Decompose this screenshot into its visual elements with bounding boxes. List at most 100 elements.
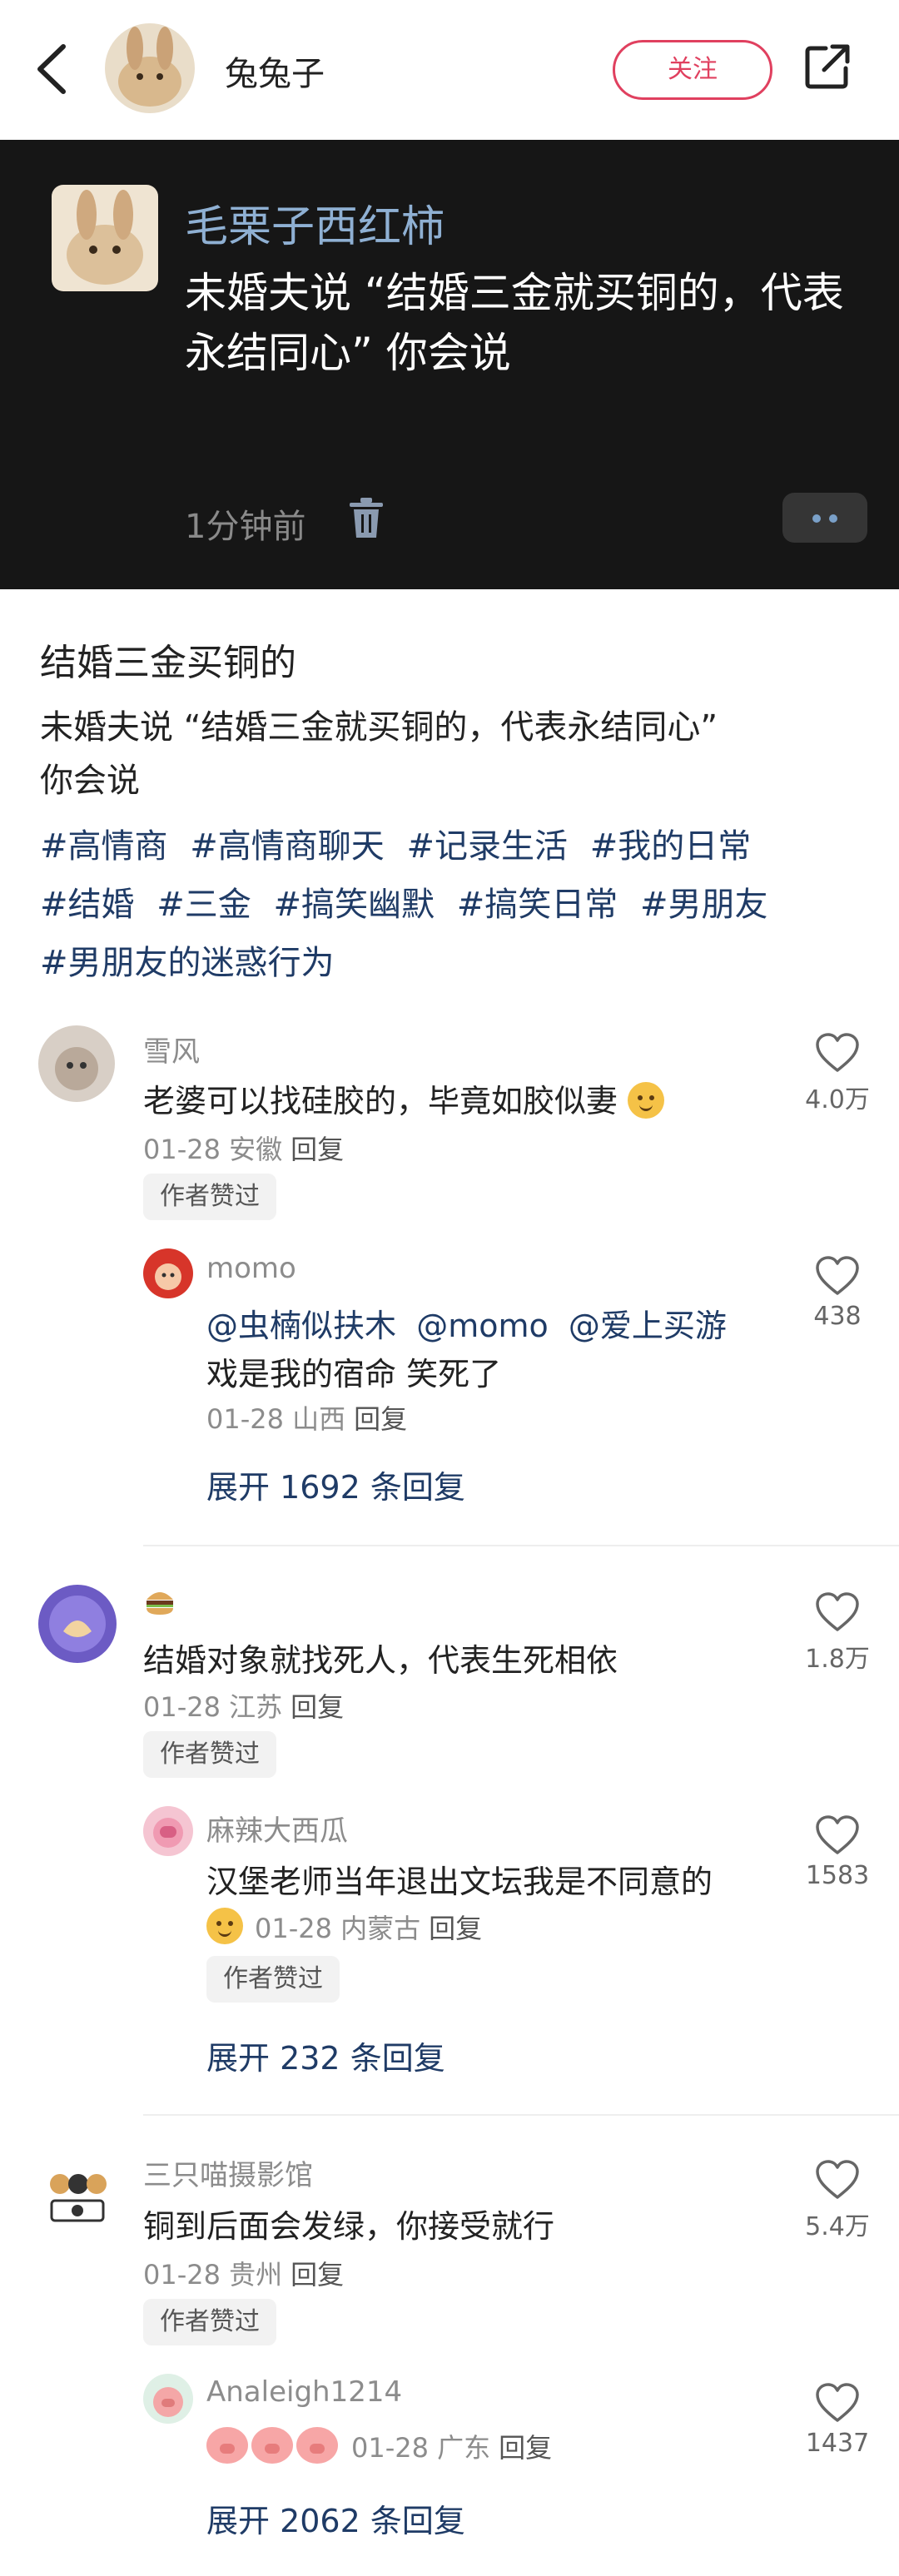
quoted-post-card: 毛栗子西红柿 未婚夫说 “结婚三金就买铜的，代表永结同心” 你会说 1分钟前 bbox=[0, 140, 899, 589]
reply-button[interactable]: 回复 bbox=[429, 1913, 482, 1944]
author-name[interactable]: 兔兔子 bbox=[225, 47, 325, 95]
post-description: 未婚夫说 “结婚三金就买铜的，代表永结同心” 你会说 bbox=[40, 701, 872, 807]
like-count: 1583 bbox=[805, 1861, 870, 1890]
commenter-avatar[interactable] bbox=[38, 1025, 115, 1102]
comment-meta: 01-28 江苏 回复 bbox=[143, 1686, 344, 1725]
like-button[interactable]: 4.0万 bbox=[796, 1032, 879, 1115]
like-count: 1437 bbox=[805, 2429, 870, 2458]
commenter-name[interactable] bbox=[143, 1585, 176, 1626]
hashtag[interactable]: #记录生活 bbox=[406, 827, 568, 866]
heart-icon bbox=[816, 1256, 859, 1295]
heart-icon bbox=[816, 2160, 859, 2199]
back-arrow-icon[interactable] bbox=[33, 42, 70, 97]
reply-meta: 01-28 山西 回复 bbox=[206, 1398, 407, 1437]
comment-date-location: 01-28 贵州 bbox=[143, 2259, 283, 2291]
author-avatar[interactable] bbox=[105, 23, 195, 113]
expand-replies-link[interactable]: 展开 232 条回复 bbox=[206, 2033, 445, 2078]
mention-link[interactable]: @momo bbox=[416, 1308, 549, 1344]
commenter-name[interactable]: 三只喵摄影馆 bbox=[143, 2152, 313, 2193]
quoted-text: 未婚夫说 “结婚三金就买铜的，代表永结同心” 你会说 bbox=[185, 269, 844, 377]
reply-avatar[interactable] bbox=[143, 2374, 193, 2424]
quoted-author-avatar bbox=[52, 185, 158, 291]
commenter-name[interactable]: 雪风 bbox=[143, 1029, 200, 1070]
pig-emoji-icon bbox=[296, 2427, 338, 2464]
reply-date-location: 01-28 山西 bbox=[206, 1403, 346, 1435]
commenter-avatar[interactable] bbox=[38, 2159, 117, 2237]
quoted-time: 1分钟前 bbox=[185, 508, 306, 546]
author-liked-badge: 作者赞过 bbox=[206, 1956, 340, 2003]
trash-icon[interactable] bbox=[348, 498, 385, 539]
heart-icon bbox=[816, 1592, 859, 1631]
reply-meta: 01-28 内蒙古 回复 bbox=[206, 1908, 482, 1946]
burger-icon bbox=[147, 1592, 173, 1615]
like-button[interactable]: 1437 bbox=[796, 2382, 879, 2458]
expand-replies-link[interactable]: 展开 1692 条回复 bbox=[206, 1462, 465, 1507]
reply-button[interactable]: 回复 bbox=[354, 1403, 407, 1435]
reply-author-name[interactable]: Analeigh1214 bbox=[206, 2375, 402, 2409]
hashtag[interactable]: #男朋友 bbox=[640, 886, 768, 924]
post-desc-line: 你会说 bbox=[40, 762, 140, 800]
reply-date-location: 01-28 广东 bbox=[351, 2432, 491, 2464]
top-bar: 兔兔子 关注 bbox=[0, 0, 899, 140]
comment-meta: 01-28 贵州 回复 bbox=[143, 2254, 344, 2292]
mention-link[interactable]: @虫楠似扶木 bbox=[206, 1308, 396, 1344]
hashtag[interactable]: #高情商聊天 bbox=[190, 827, 385, 866]
laugh-emoji-icon bbox=[206, 1908, 243, 1944]
share-icon[interactable] bbox=[801, 40, 854, 93]
comment-text: 老婆可以找硅胶的，毕竟如胶似妻 bbox=[143, 1077, 665, 1125]
reply-text: 汉堡老师当年退出文坛我是不同意的 bbox=[206, 1864, 713, 1900]
reply-avatar[interactable] bbox=[143, 1248, 193, 1298]
more-options-button[interactable] bbox=[782, 493, 867, 543]
comment-divider bbox=[143, 2114, 899, 2116]
like-button[interactable]: 438 bbox=[796, 1255, 879, 1331]
like-count: 5.4万 bbox=[805, 2212, 870, 2241]
comment-text: 结婚对象就找死人，代表生死相依 bbox=[143, 1642, 618, 1679]
pig-emoji-icon bbox=[206, 2427, 248, 2464]
reply-meta: 01-28 广东 回复 bbox=[206, 2427, 552, 2465]
laugh-emoji-icon bbox=[628, 1082, 665, 1119]
mention-link[interactable]: @爱上买游 bbox=[569, 1308, 727, 1344]
comment-text-body: 老婆可以找硅胶的，毕竟如胶似妻 bbox=[143, 1083, 618, 1119]
comment-text: 铜到后面会发绿，你接受就行 bbox=[143, 2208, 555, 2245]
heart-icon bbox=[816, 1033, 859, 1072]
like-count: 438 bbox=[813, 1302, 862, 1331]
quoted-author-name: 毛栗子西红柿 bbox=[185, 202, 445, 252]
reply-text-body: 戏是我的宿命 笑死了 bbox=[206, 1356, 502, 1392]
commenter-avatar[interactable] bbox=[38, 1585, 117, 1663]
reply-button[interactable]: 回复 bbox=[291, 1691, 344, 1723]
post-desc-line: 未婚夫说 “结婚三金就买铜的，代表永结同心” bbox=[40, 708, 718, 747]
reply-author-name[interactable]: 麻辣大西瓜 bbox=[206, 1808, 348, 1849]
heart-icon bbox=[816, 1815, 859, 1854]
like-button[interactable]: 5.4万 bbox=[796, 2159, 879, 2242]
comment-date-location: 01-28 江苏 bbox=[143, 1691, 283, 1723]
hashtag[interactable]: #我的日常 bbox=[590, 827, 752, 866]
hashtag[interactable]: #结婚 bbox=[40, 886, 135, 924]
like-button[interactable]: 1.8万 bbox=[796, 1591, 879, 1675]
reply-date-location: 01-28 内蒙古 bbox=[255, 1913, 421, 1944]
reply-avatar[interactable] bbox=[143, 1806, 193, 1856]
hashtag[interactable]: #高情商 bbox=[40, 827, 168, 866]
heart-icon bbox=[816, 2383, 859, 2422]
hashtag[interactable]: #搞笑幽默 bbox=[273, 886, 435, 924]
reply-button[interactable]: 回复 bbox=[291, 1134, 344, 1165]
expand-replies-link[interactable]: 展开 2062 条回复 bbox=[206, 2495, 465, 2541]
author-liked-badge: 作者赞过 bbox=[143, 1731, 276, 1778]
reply-author-name[interactable]: momo bbox=[206, 1252, 296, 1285]
reply-button[interactable]: 回复 bbox=[499, 2432, 552, 2464]
hashtag-list: #高情商 #高情商聊天 #记录生活 #我的日常 #结婚 #三金 #搞笑幽默 #搞… bbox=[40, 817, 881, 992]
more-dot-icon bbox=[812, 514, 821, 523]
reply-button[interactable]: 回复 bbox=[291, 2259, 344, 2291]
hashtag[interactable]: #搞笑日常 bbox=[457, 886, 618, 924]
hashtag[interactable]: #男朋友的迷惑行为 bbox=[40, 944, 335, 982]
hashtag[interactable]: #三金 bbox=[156, 886, 251, 924]
author-liked-badge: 作者赞过 bbox=[143, 1174, 276, 1220]
author-liked-badge: 作者赞过 bbox=[143, 2299, 276, 2345]
follow-button[interactable]: 关注 bbox=[613, 40, 772, 100]
more-dot-icon bbox=[829, 514, 837, 523]
pig-emoji-icon bbox=[251, 2427, 293, 2464]
post-title: 结婚三金买铜的 bbox=[40, 642, 296, 684]
like-button[interactable]: 1583 bbox=[796, 1814, 879, 1890]
like-count: 1.8万 bbox=[805, 1645, 870, 1674]
comment-date-location: 01-28 安徽 bbox=[143, 1134, 283, 1165]
comment-divider bbox=[143, 1545, 899, 1546]
